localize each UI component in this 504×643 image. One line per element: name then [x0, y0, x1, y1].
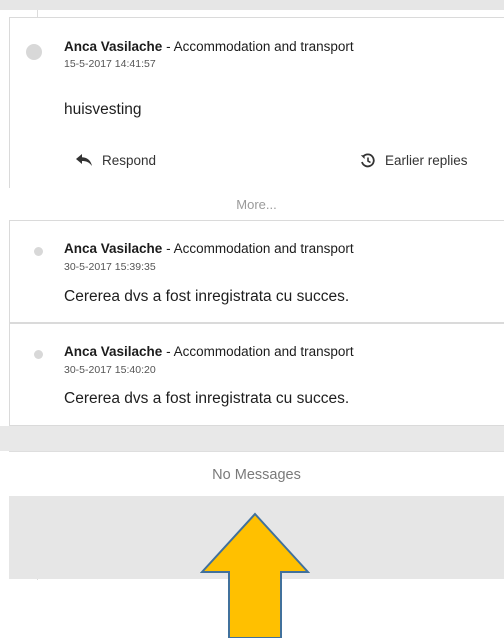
- respond-button[interactable]: Respond: [76, 153, 156, 168]
- timeline-dot: [34, 247, 43, 256]
- reply-icon: [76, 154, 92, 167]
- author-name: Anca Vasilache: [64, 344, 163, 359]
- more-link[interactable]: More...: [9, 188, 504, 220]
- no-messages-row: No Messages: [9, 451, 504, 497]
- earlier-replies-label: Earlier replies: [385, 153, 468, 168]
- reply-header: Anca Vasilache - Accommodation and trans…: [64, 241, 354, 256]
- no-messages-label: No Messages: [212, 466, 301, 483]
- reply-date: 30-5-2017 15:40:20: [64, 364, 156, 376]
- author-name: Anca Vasilache: [64, 241, 163, 256]
- more-label: More...: [236, 196, 277, 212]
- up-arrow-annotation: [199, 512, 311, 639]
- reply-text: Cererea dvs a fost inregistrata cu succe…: [64, 288, 350, 305]
- reply-card: Anca Vasilache - Accommodation and trans…: [9, 323, 504, 426]
- author-name: Anca Vasilache: [64, 39, 163, 54]
- earlier-replies-button[interactable]: Earlier replies: [360, 153, 468, 168]
- reply-date: 30-5-2017 15:39:35: [64, 261, 156, 273]
- top-band: [0, 0, 504, 10]
- reply-header: Anca Vasilache - Accommodation and trans…: [64, 344, 354, 359]
- timeline-dot: [34, 350, 43, 359]
- message-category: - Accommodation and transport: [162, 39, 354, 54]
- separator-band: [0, 426, 504, 451]
- history-icon: [360, 153, 375, 168]
- timeline-dot: [26, 44, 42, 60]
- message-date: 15-5-2017 14:41:57: [64, 58, 156, 70]
- reply-card: Anca Vasilache - Accommodation and trans…: [9, 220, 504, 323]
- respond-label: Respond: [102, 153, 157, 168]
- message-header: Anca Vasilache - Accommodation and trans…: [64, 39, 354, 54]
- reply-text: Cererea dvs a fost inregistrata cu succe…: [64, 390, 350, 407]
- reply-category: - Accommodation and transport: [162, 344, 354, 359]
- message-card-first: Anca Vasilache - Accommodation and trans…: [9, 17, 504, 189]
- message-text: huisvesting: [64, 101, 142, 118]
- reply-category: - Accommodation and transport: [162, 241, 354, 256]
